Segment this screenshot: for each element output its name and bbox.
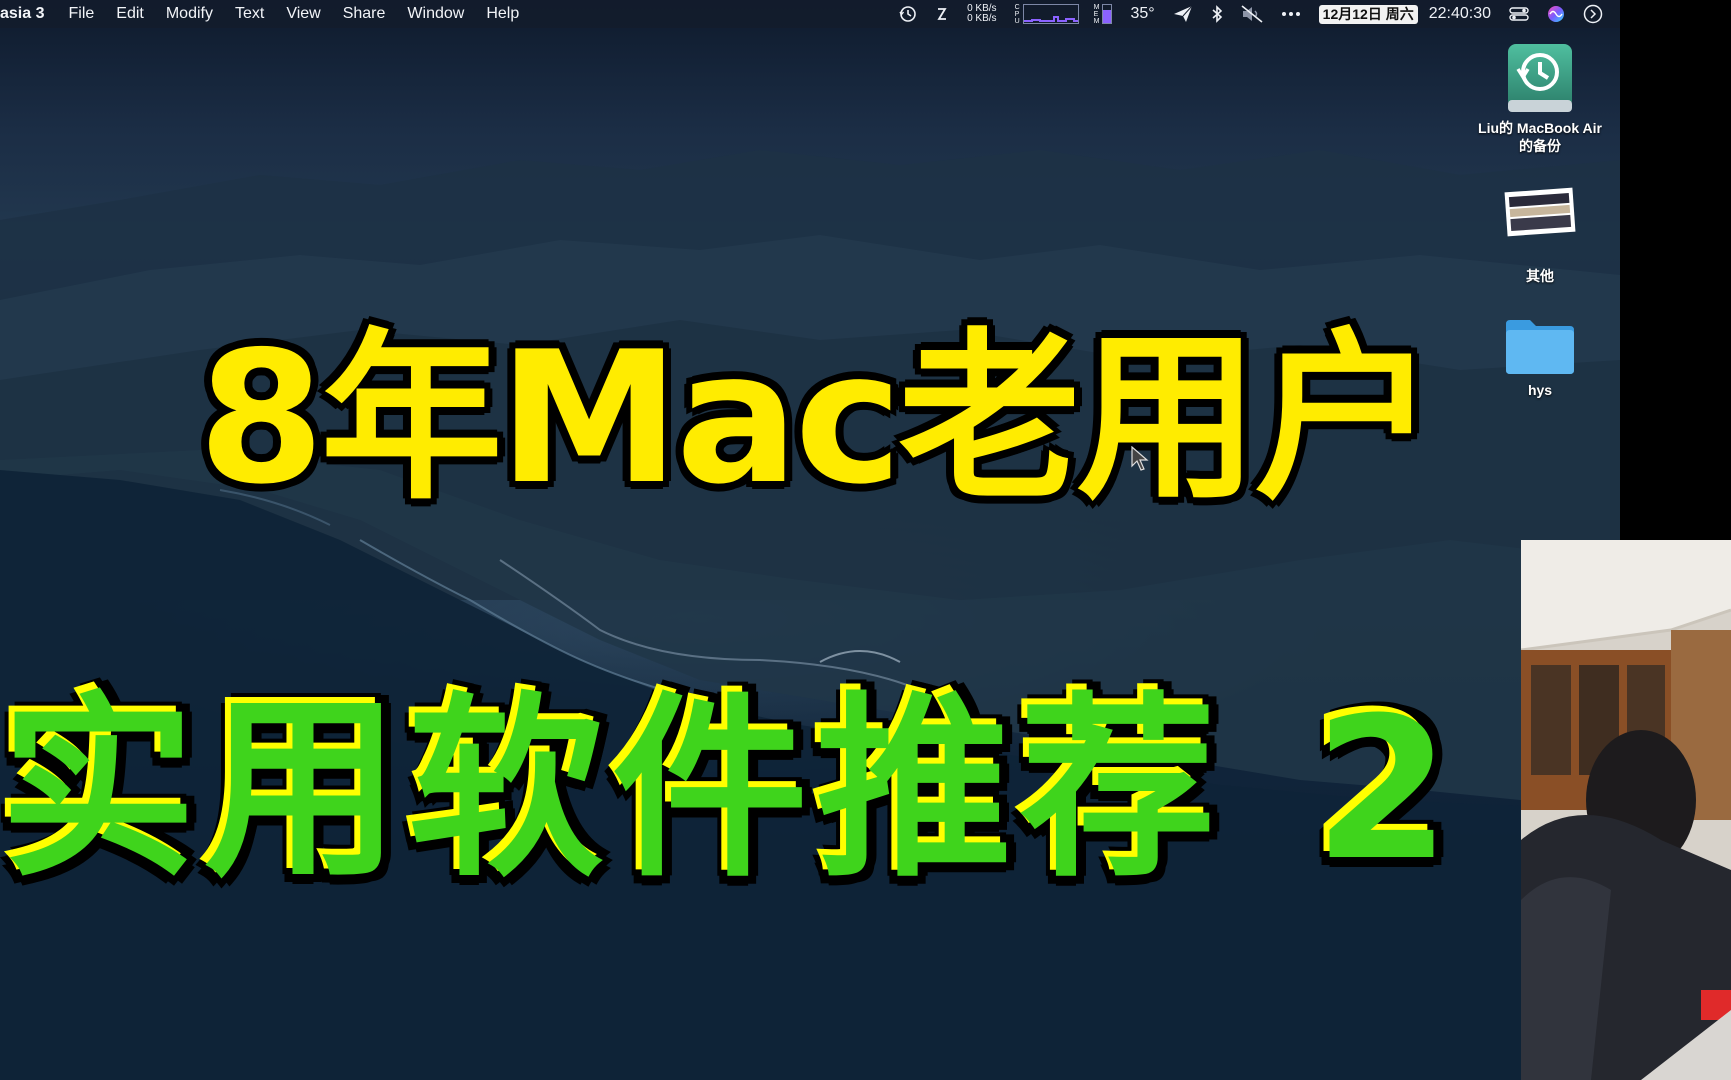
paper-plane-icon[interactable] (1164, 0, 1202, 28)
folder-icon (1506, 320, 1574, 374)
overlay-title-number: 2 (1312, 676, 1459, 904)
cpu-label: C P U (1014, 3, 1020, 25)
time-machine-icon[interactable] (890, 0, 926, 28)
clock-time[interactable]: 22:40:30 (1427, 0, 1500, 28)
temperature[interactable]: 35° (1121, 0, 1163, 28)
memory-usage-bar (1102, 4, 1113, 24)
menu-bar-status: 0 KB/s 0 KB/s C P U M E M 35° 12月12日 周六 … (890, 0, 1612, 28)
overlay-title-line2: 实用软件推荐 2 (0, 678, 1458, 903)
menu-text[interactable]: Text (224, 0, 275, 28)
menu-bar-left: asia 3 File Edit Modify Text View Share … (0, 0, 530, 28)
app-menu[interactable]: asia 3 (0, 0, 57, 28)
overlay-title-line1: 8年Mac老用户 (196, 312, 1438, 524)
bluetooth-icon[interactable] (1202, 0, 1232, 28)
menu-view[interactable]: View (275, 0, 331, 28)
siri-icon[interactable] (1538, 0, 1574, 28)
webcam-video (1521, 540, 1731, 1080)
menu-help[interactable]: Help (475, 0, 530, 28)
mouse-cursor-icon (1131, 446, 1149, 471)
desktop-icon-label: 其他 (1526, 268, 1554, 284)
screen: asia 3 File Edit Modify Text View Share … (0, 0, 1731, 1080)
notification-center-icon[interactable] (1574, 0, 1612, 28)
cpu-usage-graph (1022, 4, 1079, 24)
desktop-icon-label: Liu的 MacBook Air (1478, 120, 1602, 136)
memory-monitor[interactable]: M E M (1085, 0, 1122, 28)
menu-window[interactable]: Window (396, 0, 475, 28)
desktop-icon-other[interactable]: 其他 (1465, 186, 1615, 285)
menu-share[interactable]: Share (332, 0, 397, 28)
sync-icon[interactable] (926, 0, 958, 28)
wallpaper-landscape (0, 150, 1620, 1080)
control-center-icon[interactable] (1500, 0, 1538, 28)
date-badge: 12月12日 周六 (1318, 4, 1418, 24)
desktop-icon-label: hys (1527, 382, 1553, 398)
time-machine-drive-icon (1508, 44, 1572, 112)
net-download-speed: 0 KB/s (967, 13, 997, 24)
menu-bar: asia 3 File Edit Modify Text View Share … (0, 0, 1620, 28)
screenshot-thumbnail-icon (1504, 187, 1576, 237)
desktop-wallpaper (0, 0, 1620, 1080)
desktop-icon-hys[interactable]: hys (1465, 314, 1615, 399)
overlay-title-text: 实用软件推荐 (0, 676, 1225, 904)
date-indicator[interactable]: 12月12日 周六 (1310, 0, 1427, 28)
desktop-icon-backup-drive[interactable]: Liu的 MacBook Air 的备份 (1465, 42, 1615, 155)
network-speed[interactable]: 0 KB/s 0 KB/s (958, 0, 1005, 28)
cpu-monitor[interactable]: C P U (1006, 0, 1085, 28)
mem-label: M E M (1093, 3, 1100, 25)
mute-icon[interactable] (1232, 0, 1272, 28)
menu-edit[interactable]: Edit (105, 0, 155, 28)
webcam-overlay (1521, 540, 1731, 1080)
menu-modify[interactable]: Modify (155, 0, 224, 28)
more-icon[interactable] (1272, 0, 1310, 28)
desktop-icon-label: 的备份 (1519, 138, 1561, 154)
menu-file[interactable]: File (57, 0, 105, 28)
